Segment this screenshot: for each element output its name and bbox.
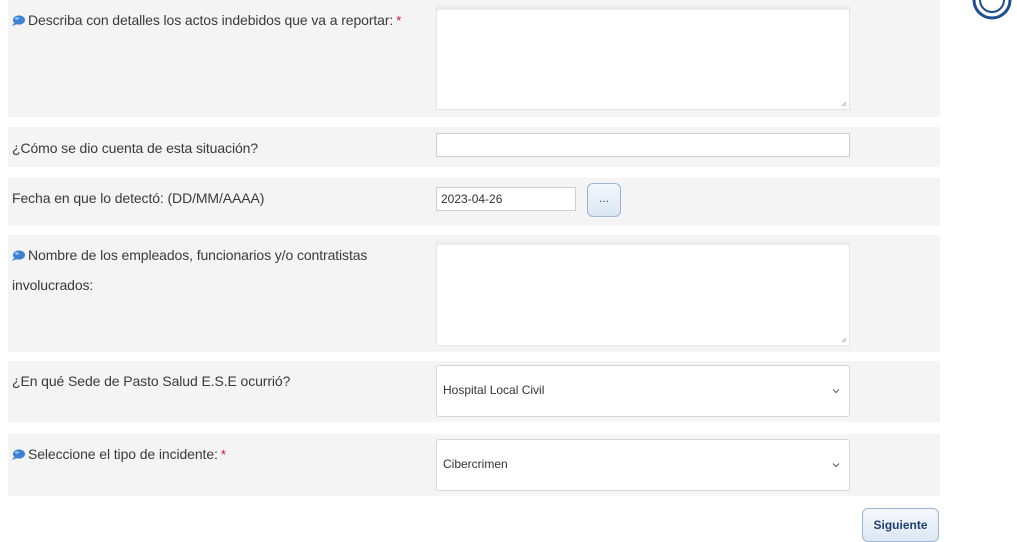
description-label: Describa con detalles los actos indebido… [28, 12, 394, 28]
row-how-known: ¿Cómo se dio cuenta de esta situación? [8, 127, 940, 167]
incident-label-wrap: Seleccione el tipo de incidente: * [12, 442, 226, 467]
chevron-down-icon [832, 463, 840, 468]
required-mark: * [396, 13, 402, 28]
how-known-label: ¿Cómo se dio cuenta de esta situación? [12, 140, 259, 156]
site-selected-value: Hospital Local Civil [443, 383, 545, 397]
site-label: ¿En qué Sede de Pasto Salud E.S.E ocurri… [12, 373, 291, 389]
site-select[interactable]: Hospital Local Civil [436, 365, 850, 417]
row-incident: Seleccione el tipo de incidente: * Ciberc… [8, 434, 940, 496]
date-picker-button[interactable]: ... [587, 183, 621, 217]
row-site: ¿En qué Sede de Pasto Salud E.S.E ocurri… [8, 361, 940, 422]
employees-label-wrap: Nombre de los empleados, funcionarios y/… [12, 243, 367, 267]
help-balloon-icon[interactable] [12, 449, 25, 460]
employees-label-line1: Nombre de los empleados, funcionarios y/… [28, 247, 368, 263]
how-known-input[interactable] [436, 133, 850, 157]
next-button[interactable]: Siguiente [862, 508, 939, 542]
resize-grip-icon[interactable] [841, 337, 847, 343]
row-date: Fecha en que lo detectó: (DD/MM/AAAA) 20… [8, 178, 940, 226]
row-description: Describa con detalles los actos indebido… [8, 0, 940, 117]
description-textarea[interactable] [436, 6, 850, 110]
chevron-down-icon [832, 389, 840, 394]
resize-grip-icon[interactable] [841, 101, 847, 107]
required-mark: * [220, 447, 226, 462]
employees-label-line2: involucrados: [12, 277, 94, 293]
help-balloon-icon[interactable] [12, 250, 25, 261]
incident-select[interactable]: Cibercrimen [436, 439, 850, 491]
incident-label: Seleccione el tipo de incidente: [28, 446, 218, 462]
incident-selected-value: Cibercrimen [443, 457, 508, 471]
employees-textarea[interactable] [436, 241, 850, 346]
row-employees: Nombre de los empleados, funcionarios y/… [8, 235, 940, 352]
partial-logo [972, 0, 1012, 20]
date-input[interactable]: 2023-04-26 [436, 187, 576, 211]
help-balloon-icon[interactable] [12, 15, 25, 26]
description-label-wrap: Describa con detalles los actos indebido… [12, 8, 401, 33]
date-label: Fecha en que lo detectó: (DD/MM/AAAA) [12, 190, 265, 206]
